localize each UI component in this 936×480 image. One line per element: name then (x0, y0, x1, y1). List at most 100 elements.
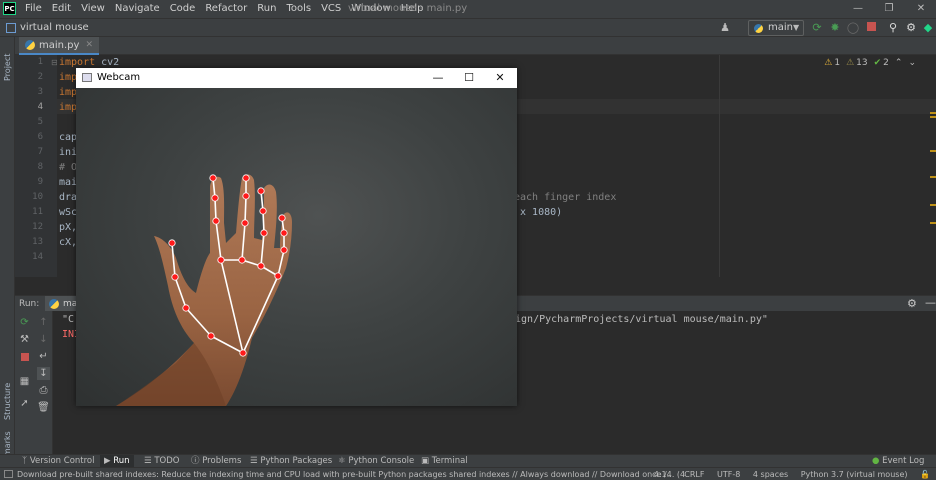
hide-icon[interactable]: — (925, 296, 936, 309)
hand-landmark-point (171, 273, 179, 281)
user-icon[interactable]: ♟ (718, 21, 732, 35)
run-config-selector[interactable]: main ▼ (748, 20, 804, 36)
hand-landmark-point (168, 239, 176, 247)
line-number: 9 (37, 177, 43, 187)
branch-icon: ᛉ (22, 456, 30, 466)
tab-close-icon[interactable]: ✕ (85, 40, 93, 50)
close-icon[interactable]: ✕ (906, 0, 936, 18)
caret-position[interactable]: 4:14 (654, 470, 672, 479)
search-icon[interactable]: ⚲ (886, 21, 900, 35)
stripe-mark[interactable] (930, 150, 936, 152)
soft-wrap-icon[interactable]: ↵ (37, 350, 50, 363)
code-line: # O (59, 162, 78, 173)
stripe-mark[interactable] (930, 204, 936, 206)
line-number: 1 (37, 57, 43, 67)
pin-icon[interactable]: ➚ (18, 397, 31, 410)
coverage-icon[interactable]: ◯ (846, 21, 860, 35)
code-line: mai (59, 177, 78, 188)
stripe-mark[interactable] (930, 176, 936, 178)
wrench-icon[interactable]: ⚒ (18, 333, 31, 346)
packages-icon: ☰ (250, 456, 261, 466)
line-number: 5 (37, 117, 43, 127)
list-icon: ☰ (144, 456, 155, 466)
hand-landmark-point (259, 207, 267, 215)
layout-icon[interactable]: ▦ (18, 375, 31, 388)
menu-refactor[interactable]: Refactor (200, 0, 252, 18)
menu-navigate[interactable]: Navigate (110, 0, 165, 18)
line-number: 3 (37, 87, 43, 97)
file-encoding[interactable]: UTF-8 (717, 470, 740, 479)
typo-icon: ✔ (873, 58, 882, 68)
lock-icon[interactable]: 🔓 (920, 470, 930, 479)
stripe-mark[interactable] (930, 116, 936, 118)
breadcrumb-project[interactable]: virtual mouse (20, 19, 89, 37)
toolbox-icon[interactable]: ◆ (921, 21, 935, 35)
landmark-connection (244, 195, 247, 224)
project-tool-button[interactable]: Project (3, 45, 12, 81)
minimize-icon[interactable]: — (843, 0, 873, 18)
stop-icon[interactable] (18, 352, 31, 365)
hand-landmark-point (260, 229, 268, 237)
scroll-to-end-icon[interactable]: ↧ (37, 367, 50, 380)
stripe-mark[interactable] (930, 222, 936, 224)
gear-icon[interactable]: ⚙ (904, 21, 918, 35)
menu-code[interactable]: Code (165, 0, 201, 18)
stripe-mark[interactable] (930, 112, 936, 114)
indent-setting[interactable]: 4 spaces (753, 470, 788, 479)
python-icon (49, 299, 59, 309)
code-line: import cv2 (59, 57, 120, 68)
status-bar: Download pre-built shared indexes: Reduc… (0, 467, 936, 480)
problems-icon: ⓘ (191, 456, 203, 466)
trash-icon[interactable]: 🗑 (37, 401, 50, 414)
hand-landmark-point (239, 349, 247, 357)
webcam-window[interactable]: Webcam — ☐ ✕ (76, 68, 517, 406)
menu-bar: PC File Edit View Navigate Code Refactor… (0, 0, 936, 18)
console-line: vign/PycharmProjects/virtual mouse/main.… (509, 314, 768, 325)
line-number: 6 (37, 132, 43, 142)
code-fragment: each finger index (514, 192, 617, 203)
hand-landmark-point (238, 256, 246, 264)
rerun-icon[interactable]: ⟳ (18, 316, 31, 329)
python-interpreter[interactable]: Python 3.7 (virtual mouse) (801, 470, 908, 479)
chevron-up-icon[interactable]: ⌃ (895, 58, 903, 68)
print-icon[interactable]: ⎙ (37, 384, 50, 397)
rerun-icon[interactable]: ⟳ (810, 21, 824, 35)
line-number-gutter: 1 2 3 4 5 6 7 8 9 10 11 12 13 14 ⊟ (15, 55, 58, 277)
menu-edit[interactable]: Edit (47, 0, 76, 18)
pycharm-logo-icon: PC (3, 2, 16, 15)
tab-main-py[interactable]: main.py ✕ (19, 37, 99, 55)
hand-landmark-point (280, 229, 288, 237)
line-separator[interactable]: CRLF (684, 470, 704, 479)
maximize-icon[interactable]: ☐ (453, 68, 485, 88)
hand-landmark-point (257, 187, 265, 195)
menu-vcs[interactable]: VCS (316, 0, 346, 18)
toggle-tool-windows-icon[interactable] (4, 470, 13, 478)
arrow-down-icon[interactable]: ↓ (37, 333, 50, 346)
code-line: ini (59, 147, 78, 158)
code-line: imp (59, 87, 78, 98)
restore-icon[interactable]: ❐ (874, 0, 904, 18)
stop-icon[interactable] (864, 21, 878, 35)
webcam-title: Webcam (97, 72, 141, 83)
structure-tool-button[interactable]: Structure (3, 372, 12, 420)
close-icon[interactable]: ✕ (484, 68, 516, 88)
minimize-icon[interactable]: — (422, 68, 454, 88)
code-fragment: x 1080) (514, 207, 563, 218)
hand-landmark-point (274, 272, 282, 280)
run-icon: ▶ (104, 456, 114, 466)
weak-warning-icon: ⚠ (846, 58, 855, 68)
menu-tools[interactable]: Tools (281, 0, 316, 18)
menu-run[interactable]: Run (252, 0, 281, 18)
arrow-up-icon[interactable]: ↑ (37, 316, 50, 329)
hand-landmark-point (182, 304, 190, 312)
menu-view[interactable]: View (76, 0, 110, 18)
line-number: 12 (32, 222, 43, 232)
debug-icon[interactable]: ✸ (828, 21, 842, 35)
status-message[interactable]: Download pre-built shared indexes: Reduc… (17, 468, 687, 480)
webcam-titlebar[interactable]: Webcam — ☐ ✕ (76, 68, 517, 88)
inspection-widget[interactable]: ⚠ 1 ⚠ 13 ✔ 2 ⌃ ⌄ (818, 58, 916, 68)
gear-icon[interactable]: ⚙ (907, 297, 917, 310)
hand-landmark-point (242, 174, 250, 182)
chevron-down-icon[interactable]: ⌄ (908, 58, 916, 68)
menu-file[interactable]: File (20, 0, 47, 18)
